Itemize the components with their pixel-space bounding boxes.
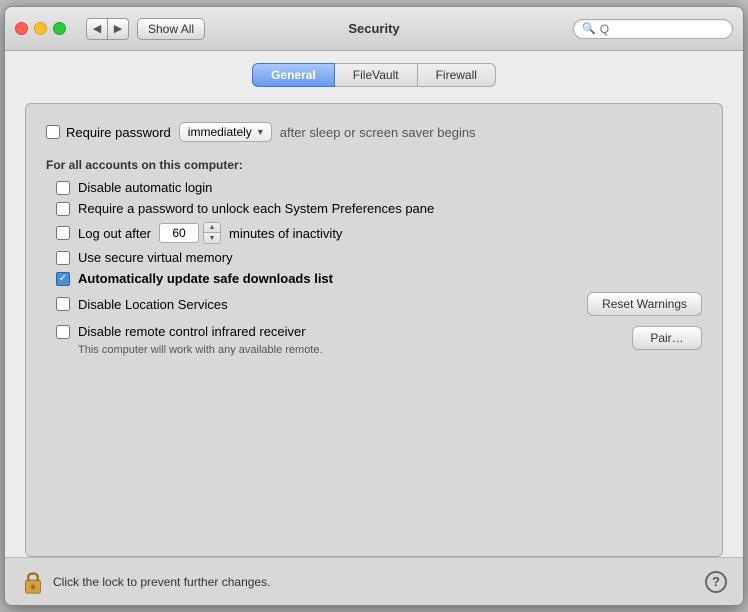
tab-firewall[interactable]: Firewall (418, 63, 496, 87)
infrared-sub-text: This computer will work with any availab… (78, 343, 323, 358)
list-item: Require a password to unlock each System… (56, 201, 702, 216)
stepper-buttons: ▲ ▼ (203, 222, 221, 244)
lock-label: Click the lock to prevent further change… (53, 575, 270, 589)
maximize-button[interactable] (53, 22, 66, 35)
option-label: Disable automatic login (78, 180, 212, 195)
option-label: Use secure virtual memory (78, 250, 233, 265)
tab-bar: General FileVault Firewall (25, 63, 723, 87)
content-area: General FileVault Firewall Require passw… (5, 51, 743, 557)
option-label: Log out after (78, 226, 151, 241)
minimize-button[interactable] (34, 22, 47, 35)
list-item: Disable Location Services Reset Warnings (56, 292, 702, 316)
main-window: ◀ ▶ Show All Security 🔍 General FileVaul… (4, 6, 744, 606)
secure-vm-checkbox[interactable] (56, 251, 70, 265)
require-password-label: Require password (66, 125, 171, 140)
window-title: Security (348, 21, 399, 36)
logout-after-checkbox[interactable] (56, 226, 70, 240)
search-icon: 🔍 (582, 22, 596, 35)
after-sleep-text: after sleep or screen saver begins (280, 125, 476, 140)
list-item: ✓ Automatically update safe downloads li… (56, 271, 702, 286)
option-label: Disable Location Services (78, 297, 228, 312)
option-label: Automatically update safe downloads list (78, 271, 333, 286)
tab-filevault[interactable]: FileVault (335, 63, 418, 87)
section-label: For all accounts on this computer: (46, 158, 702, 172)
options-list: Disable automatic login Require a passwo… (56, 180, 702, 358)
lock-wrap[interactable]: Click the lock to prevent further change… (21, 568, 270, 596)
search-box[interactable]: 🔍 (573, 19, 733, 39)
disable-auto-login-checkbox[interactable] (56, 181, 70, 195)
stepper-input[interactable] (159, 223, 199, 243)
disable-infrared-checkbox[interactable] (56, 325, 70, 339)
search-area: 🔍 (573, 19, 733, 39)
pair-button[interactable]: Pair… (632, 326, 702, 350)
stepper-wrap: ▲ ▼ (159, 222, 221, 244)
search-input[interactable] (600, 22, 724, 36)
help-button[interactable]: ? (705, 571, 727, 593)
option-label: Disable remote control infrared receiver (78, 324, 306, 339)
list-item: Disable automatic login (56, 180, 702, 195)
option-label: Require a password to unlock each System… (78, 201, 434, 216)
show-all-button[interactable]: Show All (137, 18, 205, 40)
toolbar: ◀ ▶ Show All (86, 18, 205, 40)
stepper-up-button[interactable]: ▲ (204, 223, 220, 233)
pair-left: Disable remote control infrared receiver… (56, 324, 323, 358)
disable-location-checkbox[interactable] (56, 297, 70, 311)
require-password-row: Require password immediately ▼ after sle… (46, 122, 702, 142)
footer: Click the lock to prevent further change… (5, 557, 743, 605)
lock-icon (21, 568, 45, 596)
option-label-suffix: minutes of inactivity (229, 226, 342, 241)
list-item: Use secure virtual memory (56, 250, 702, 265)
stepper-down-button[interactable]: ▼ (204, 233, 220, 243)
titlebar: ◀ ▶ Show All Security 🔍 (5, 7, 743, 51)
close-button[interactable] (15, 22, 28, 35)
back-button[interactable]: ◀ (86, 18, 108, 40)
dropdown-arrow-icon: ▼ (256, 127, 265, 137)
traffic-lights (15, 22, 66, 35)
require-password-checkbox-wrap: Require password (46, 125, 171, 140)
immediately-dropdown[interactable]: immediately ▼ (179, 122, 272, 142)
list-item: Disable remote control infrared receiver… (56, 324, 702, 358)
option-row-left: Disable Location Services (56, 297, 228, 312)
require-password-prefs-checkbox[interactable] (56, 202, 70, 216)
tab-general[interactable]: General (252, 63, 335, 87)
auto-update-checkbox[interactable]: ✓ (56, 272, 70, 286)
dropdown-value: immediately (188, 125, 252, 139)
reset-warnings-button[interactable]: Reset Warnings (587, 292, 702, 316)
general-panel: Require password immediately ▼ after sle… (25, 103, 723, 557)
require-password-checkbox[interactable] (46, 125, 60, 139)
list-item: Log out after ▲ ▼ minutes of inactivity (56, 222, 702, 244)
option-row-left: Disable remote control infrared receiver (56, 324, 323, 339)
forward-button[interactable]: ▶ (107, 18, 129, 40)
